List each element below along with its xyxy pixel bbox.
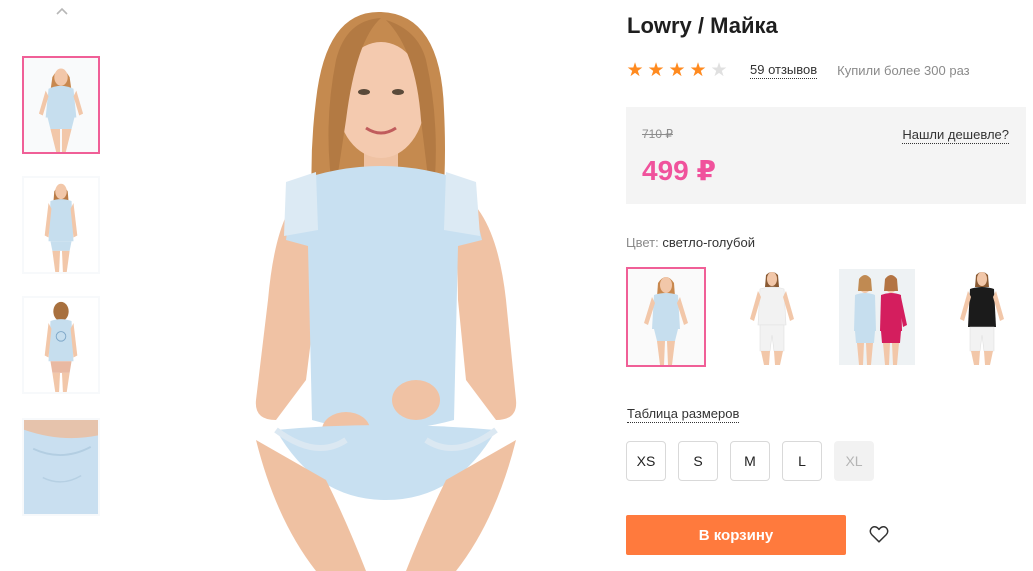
size-xl: XL bbox=[834, 441, 874, 481]
size-chart-link[interactable]: Таблица размеров bbox=[627, 406, 740, 423]
star-icon: ★ bbox=[647, 59, 665, 81]
size-xs[interactable]: XS bbox=[626, 441, 666, 481]
thumbnail-fabric-closeup[interactable] bbox=[22, 418, 100, 516]
star-icon: ★ bbox=[668, 59, 686, 81]
old-price: 710 ₽ bbox=[642, 127, 673, 141]
swatch-black[interactable] bbox=[942, 267, 1022, 367]
thumbnail-front-2[interactable] bbox=[22, 176, 100, 274]
thumbnail-gallery bbox=[20, 0, 104, 571]
color-label-prefix: Цвет: bbox=[626, 235, 659, 250]
swatch-light-blue[interactable] bbox=[626, 267, 706, 367]
thumbnail-front[interactable] bbox=[22, 56, 100, 154]
main-product-image[interactable] bbox=[196, 0, 576, 571]
reviews-link[interactable]: 59 отзывов bbox=[750, 62, 818, 79]
chevron-up-icon[interactable] bbox=[54, 4, 70, 20]
color-label: Цвет: светло-голубой bbox=[626, 235, 755, 250]
rating-stars[interactable]: ★ ★ ★ ★ ★ bbox=[626, 61, 728, 80]
rating-row: ★ ★ ★ ★ ★ 59 отзывов Купили более 300 раз bbox=[626, 60, 970, 80]
size-m[interactable]: M bbox=[730, 441, 770, 481]
heart-icon[interactable] bbox=[868, 523, 890, 545]
product-info-panel: Lowry / Майка ★ ★ ★ ★ ★ 59 отзывов Купили бо… bbox=[626, 0, 1026, 571]
size-l[interactable]: L bbox=[782, 441, 822, 481]
add-to-cart-button[interactable]: В корзину bbox=[626, 515, 846, 555]
current-price: 499 ₽ bbox=[642, 155, 716, 186]
found-cheaper-link[interactable]: Нашли дешевле? bbox=[902, 127, 1009, 144]
color-value: светло-голубой bbox=[662, 235, 755, 250]
product-title: Lowry / Майка bbox=[627, 13, 778, 38]
swatch-two-models[interactable] bbox=[837, 267, 917, 367]
swatch-white[interactable] bbox=[732, 267, 812, 367]
thumbnail-back[interactable] bbox=[22, 296, 100, 394]
bought-count: Купили более 300 раз bbox=[837, 62, 970, 78]
star-icon: ★ bbox=[710, 59, 728, 81]
price-box: 710 ₽ 499 ₽ Нашли дешевле? bbox=[626, 107, 1026, 204]
star-icon: ★ bbox=[626, 59, 644, 81]
size-s[interactable]: S bbox=[678, 441, 718, 481]
star-icon: ★ bbox=[689, 59, 707, 81]
